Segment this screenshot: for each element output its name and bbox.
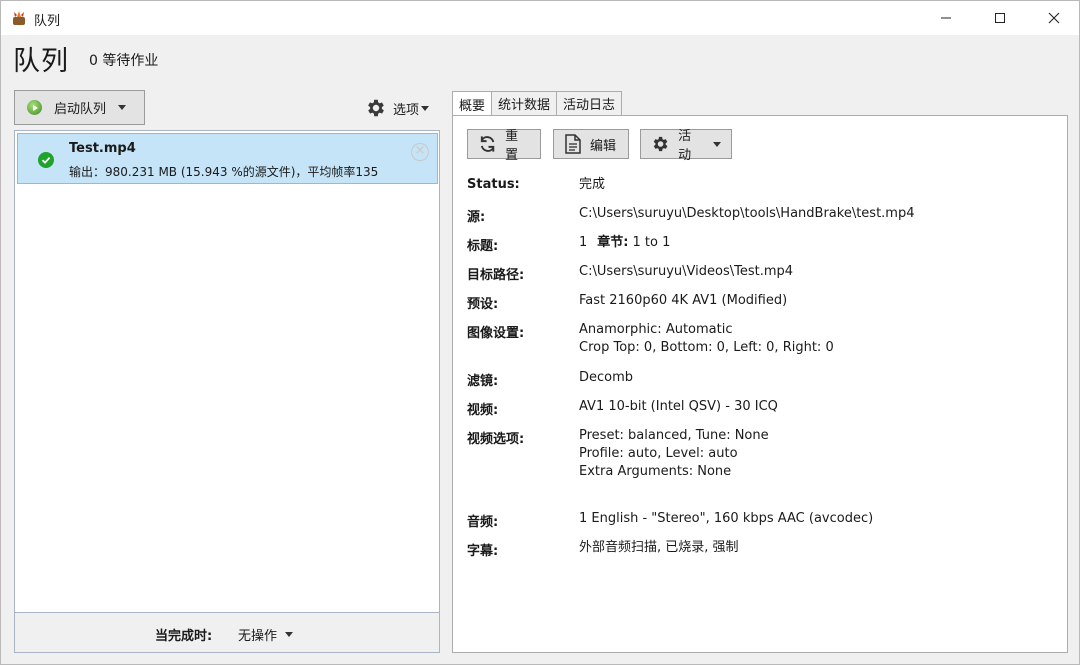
picture-settings-line: Crop Top: 0, Bottom: 0, Left: 0, Right: … — [579, 340, 834, 355]
queue-footer: 当完成时: 无操作 — [14, 613, 440, 653]
gear-icon — [653, 136, 668, 152]
job-file-name: Test.mp4 — [69, 141, 136, 156]
page-title: 队列 — [13, 46, 69, 77]
filters-label: 滤镜: — [467, 374, 499, 389]
start-queue-button[interactable]: 启动队列 — [14, 90, 145, 125]
edit-label: 编辑 — [590, 138, 617, 154]
chevron-down-icon — [118, 105, 127, 110]
title-label: 标题: — [467, 239, 499, 254]
when-done-label: 当完成时: — [155, 629, 213, 644]
chevron-down-icon — [285, 632, 294, 637]
subtitles-label: 字幕: — [467, 544, 499, 559]
close-button[interactable] — [1031, 1, 1077, 35]
minimize-button[interactable] — [923, 1, 969, 35]
title-number: 1 — [579, 235, 588, 250]
video-options-value: Preset: balanced, Tune: None Profile: au… — [579, 427, 769, 481]
minimize-icon — [941, 17, 951, 19]
destination-value: C:\Users\suruyu\Videos\Test.mp4 — [579, 264, 794, 279]
audio-label: 音频: — [467, 515, 499, 530]
video-label: 视频: — [467, 403, 499, 418]
video-options-label: 视频选项: — [467, 432, 525, 447]
activity-button[interactable]: 活动 — [640, 129, 732, 163]
detail-tabs: 概要 统计数据 活动日志 — [452, 91, 623, 116]
source-value: C:\Users\suruyu\Desktop\tools\HandBrake\… — [579, 206, 915, 221]
video-value: AV1 10-bit (Intel QSV) - 30 ICQ — [579, 399, 778, 414]
handbrake-app-icon — [13, 11, 25, 25]
start-queue-label: 启动队列 — [54, 102, 107, 117]
preset-label: 预设: — [467, 297, 499, 312]
when-done-dropdown[interactable]: 无操作 — [238, 625, 294, 644]
job-output-detail: 输出：980.231 MB (15.943 %的源文件)，平均帧率135 — [69, 165, 379, 179]
completed-check-icon — [38, 152, 54, 168]
status-label: Status: — [467, 177, 520, 192]
status-value: 完成 — [579, 177, 606, 192]
edit-button[interactable]: 编辑 — [553, 129, 629, 159]
reset-label: 重置 — [505, 129, 519, 163]
queue-job-list[interactable]: Test.mp4 输出：980.231 MB (15.943 %的源文件)，平均… — [14, 130, 440, 613]
play-icon — [27, 100, 42, 115]
pending-jobs-count: 0 等待作业 — [89, 53, 159, 69]
video-options-line: Extra Arguments: None — [579, 464, 732, 479]
video-options-line: Preset: balanced, Tune: None — [579, 428, 769, 443]
queue-job-item[interactable]: Test.mp4 输出：980.231 MB (15.943 %的源文件)，平均… — [17, 133, 438, 184]
summary-panel: 重置 编辑 活动 Status: 完成 源: C:\Users\suruyu\D… — [452, 115, 1068, 653]
destination-label: 目标路径: — [467, 268, 525, 283]
preset-value: Fast 2160p60 4K AV1 (Modified) — [579, 293, 788, 308]
subtitles-value: 外部音频扫描, 已烧录, 强制 — [579, 540, 739, 555]
window-title: 队列 — [34, 14, 61, 29]
document-icon — [565, 134, 581, 154]
video-options-line: Profile: auto, Level: auto — [579, 446, 738, 461]
queue-window: 队列 队列 0 等待作业 启动队列 选项 Test.mp4 输出：980.231… — [0, 0, 1080, 665]
activity-label: 活动 — [678, 129, 692, 163]
chevron-down-icon — [421, 105, 430, 111]
chevron-down-icon — [713, 141, 721, 147]
options-label: 选项 — [393, 102, 420, 118]
chapters-label: 章节: — [597, 235, 629, 250]
tab-statistics[interactable]: 统计数据 — [491, 91, 558, 115]
options-menu-button[interactable]: 选项 — [365, 97, 430, 119]
maximize-icon — [995, 13, 1005, 23]
gear-icon — [368, 99, 384, 117]
picture-settings-value: Anamorphic: Automatic Crop Top: 0, Botto… — [579, 321, 834, 357]
title-chapters-value: 1 章节: 1 to 1 — [579, 234, 670, 252]
picture-settings-label: 图像设置: — [467, 326, 525, 341]
close-icon — [1048, 12, 1060, 24]
tab-summary[interactable]: 概要 — [452, 91, 493, 116]
source-label: 源: — [467, 210, 486, 225]
remove-job-icon[interactable]: × — [411, 143, 429, 161]
maximize-button[interactable] — [977, 1, 1023, 35]
title-bar[interactable]: 队列 — [1, 1, 1079, 35]
filters-value: Decomb — [579, 370, 634, 385]
refresh-icon — [480, 136, 495, 152]
when-done-value: 无操作 — [238, 629, 278, 644]
picture-settings-line: Anamorphic: Automatic — [579, 322, 733, 337]
reset-button[interactable]: 重置 — [467, 129, 541, 163]
tab-activity-log[interactable]: 活动日志 — [556, 91, 623, 115]
chapters-range: 1 to 1 — [632, 235, 671, 250]
audio-value: 1 English - "Stereo", 160 kbps AAC (avco… — [579, 511, 874, 526]
